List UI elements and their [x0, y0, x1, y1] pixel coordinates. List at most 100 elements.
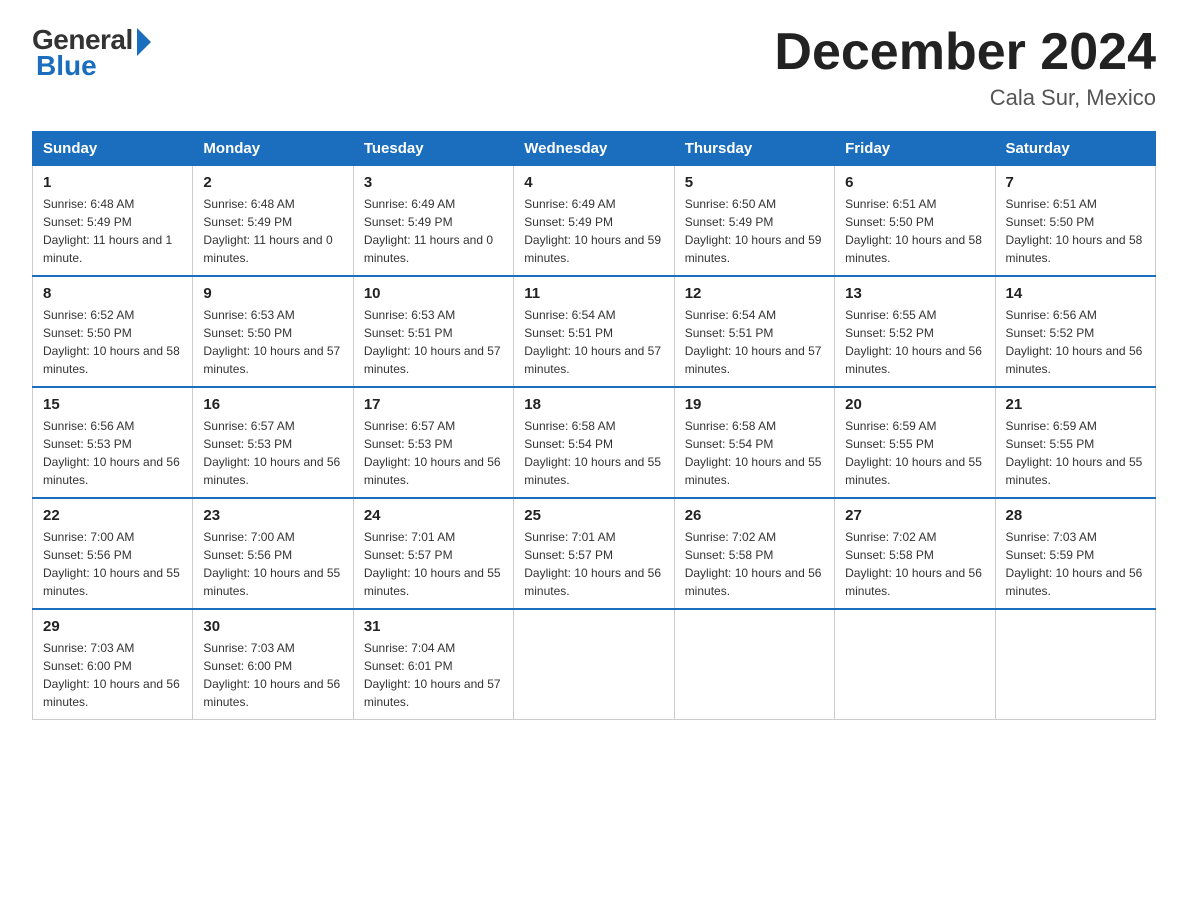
day-number: 24	[364, 507, 503, 524]
day-number: 15	[43, 396, 182, 413]
location-text: Cala Sur, Mexico	[774, 85, 1156, 111]
day-cell: 12 Sunrise: 6:54 AMSunset: 5:51 PMDayligh…	[674, 276, 834, 387]
day-number: 1	[43, 174, 182, 191]
week-row-5: 29 Sunrise: 7:03 AMSunset: 6:00 PMDayligh…	[33, 609, 1156, 720]
day-info: Sunrise: 6:49 AMSunset: 5:49 PMDaylight:…	[524, 195, 663, 267]
day-info: Sunrise: 6:52 AMSunset: 5:50 PMDaylight:…	[43, 306, 182, 378]
day-info: Sunrise: 7:02 AMSunset: 5:58 PMDaylight:…	[685, 528, 824, 600]
week-row-3: 15 Sunrise: 6:56 AMSunset: 5:53 PMDayligh…	[33, 387, 1156, 498]
title-block: December 2024 Cala Sur, Mexico	[774, 24, 1156, 111]
day-cell: 22 Sunrise: 7:00 AMSunset: 5:56 PMDayligh…	[33, 498, 193, 609]
day-number: 18	[524, 396, 663, 413]
day-cell: 10 Sunrise: 6:53 AMSunset: 5:51 PMDayligh…	[353, 276, 513, 387]
day-info: Sunrise: 7:00 AMSunset: 5:56 PMDaylight:…	[203, 528, 342, 600]
calendar-table: SundayMondayTuesdayWednesdayThursdayFrid…	[32, 131, 1156, 720]
day-cell: 30 Sunrise: 7:03 AMSunset: 6:00 PMDayligh…	[193, 609, 353, 720]
day-number: 22	[43, 507, 182, 524]
day-cell: 15 Sunrise: 6:56 AMSunset: 5:53 PMDayligh…	[33, 387, 193, 498]
week-row-1: 1 Sunrise: 6:48 AMSunset: 5:49 PMDaylight…	[33, 166, 1156, 277]
day-number: 7	[1006, 174, 1145, 191]
page-header: General Blue December 2024 Cala Sur, Mex…	[32, 24, 1156, 111]
day-cell: 18 Sunrise: 6:58 AMSunset: 5:54 PMDayligh…	[514, 387, 674, 498]
day-info: Sunrise: 6:48 AMSunset: 5:49 PMDaylight:…	[203, 195, 342, 267]
day-info: Sunrise: 6:53 AMSunset: 5:50 PMDaylight:…	[203, 306, 342, 378]
day-cell	[674, 609, 834, 720]
day-info: Sunrise: 7:01 AMSunset: 5:57 PMDaylight:…	[524, 528, 663, 600]
day-number: 6	[845, 174, 984, 191]
day-cell: 8 Sunrise: 6:52 AMSunset: 5:50 PMDaylight…	[33, 276, 193, 387]
day-info: Sunrise: 6:58 AMSunset: 5:54 PMDaylight:…	[685, 417, 824, 489]
day-info: Sunrise: 6:57 AMSunset: 5:53 PMDaylight:…	[203, 417, 342, 489]
day-info: Sunrise: 7:00 AMSunset: 5:56 PMDaylight:…	[43, 528, 182, 600]
day-number: 25	[524, 507, 663, 524]
day-cell: 29 Sunrise: 7:03 AMSunset: 6:00 PMDayligh…	[33, 609, 193, 720]
day-info: Sunrise: 6:51 AMSunset: 5:50 PMDaylight:…	[845, 195, 984, 267]
day-info: Sunrise: 6:53 AMSunset: 5:51 PMDaylight:…	[364, 306, 503, 378]
day-cell: 21Sunrise: 6:59 AMSunset: 5:55 PMDayligh…	[995, 387, 1155, 498]
day-info: Sunrise: 7:04 AMSunset: 6:01 PMDaylight:…	[364, 639, 503, 711]
day-cell: 3 Sunrise: 6:49 AMSunset: 5:49 PMDaylight…	[353, 166, 513, 277]
logo-blue-text: Blue	[36, 50, 97, 82]
day-number: 19	[685, 396, 824, 413]
day-cell: 6 Sunrise: 6:51 AMSunset: 5:50 PMDaylight…	[835, 166, 995, 277]
day-number: 23	[203, 507, 342, 524]
day-info: Sunrise: 6:54 AMSunset: 5:51 PMDaylight:…	[524, 306, 663, 378]
day-number: 16	[203, 396, 342, 413]
header-cell-sunday: Sunday	[33, 132, 193, 166]
logo-arrow-icon	[137, 28, 151, 56]
day-number: 13	[845, 285, 984, 302]
day-info: Sunrise: 6:55 AMSunset: 5:52 PMDaylight:…	[845, 306, 984, 378]
day-cell: 14Sunrise: 6:56 AMSunset: 5:52 PMDayligh…	[995, 276, 1155, 387]
day-cell: 11 Sunrise: 6:54 AMSunset: 5:51 PMDayligh…	[514, 276, 674, 387]
day-number: 5	[685, 174, 824, 191]
calendar-body: 1 Sunrise: 6:48 AMSunset: 5:49 PMDaylight…	[33, 166, 1156, 720]
day-number: 30	[203, 618, 342, 635]
day-number: 17	[364, 396, 503, 413]
day-cell: 2 Sunrise: 6:48 AMSunset: 5:49 PMDaylight…	[193, 166, 353, 277]
day-cell: 9 Sunrise: 6:53 AMSunset: 5:50 PMDaylight…	[193, 276, 353, 387]
day-cell: 1 Sunrise: 6:48 AMSunset: 5:49 PMDaylight…	[33, 166, 193, 277]
day-cell: 23 Sunrise: 7:00 AMSunset: 5:56 PMDayligh…	[193, 498, 353, 609]
day-number: 29	[43, 618, 182, 635]
day-info: Sunrise: 6:51 AMSunset: 5:50 PMDaylight:…	[1006, 195, 1145, 267]
week-row-2: 8 Sunrise: 6:52 AMSunset: 5:50 PMDaylight…	[33, 276, 1156, 387]
header-cell-wednesday: Wednesday	[514, 132, 674, 166]
day-cell: 28Sunrise: 7:03 AMSunset: 5:59 PMDayligh…	[995, 498, 1155, 609]
day-cell: 26Sunrise: 7:02 AMSunset: 5:58 PMDayligh…	[674, 498, 834, 609]
day-info: Sunrise: 7:03 AMSunset: 6:00 PMDaylight:…	[203, 639, 342, 711]
day-number: 14	[1006, 285, 1145, 302]
day-info: Sunrise: 6:59 AMSunset: 5:55 PMDaylight:…	[1006, 417, 1145, 489]
day-info: Sunrise: 6:56 AMSunset: 5:53 PMDaylight:…	[43, 417, 182, 489]
day-cell	[835, 609, 995, 720]
day-cell: 20Sunrise: 6:59 AMSunset: 5:55 PMDayligh…	[835, 387, 995, 498]
calendar-header: SundayMondayTuesdayWednesdayThursdayFrid…	[33, 132, 1156, 166]
day-number: 8	[43, 285, 182, 302]
day-info: Sunrise: 6:48 AMSunset: 5:49 PMDaylight:…	[43, 195, 182, 267]
day-number: 12	[685, 285, 824, 302]
header-cell-friday: Friday	[835, 132, 995, 166]
day-number: 2	[203, 174, 342, 191]
day-info: Sunrise: 6:54 AMSunset: 5:51 PMDaylight:…	[685, 306, 824, 378]
day-info: Sunrise: 7:03 AMSunset: 6:00 PMDaylight:…	[43, 639, 182, 711]
day-cell: 31 Sunrise: 7:04 AMSunset: 6:01 PMDayligh…	[353, 609, 513, 720]
day-cell: 17 Sunrise: 6:57 AMSunset: 5:53 PMDayligh…	[353, 387, 513, 498]
day-cell	[995, 609, 1155, 720]
day-number: 4	[524, 174, 663, 191]
day-cell: 27Sunrise: 7:02 AMSunset: 5:58 PMDayligh…	[835, 498, 995, 609]
day-cell: 7 Sunrise: 6:51 AMSunset: 5:50 PMDaylight…	[995, 166, 1155, 277]
day-number: 3	[364, 174, 503, 191]
header-row: SundayMondayTuesdayWednesdayThursdayFrid…	[33, 132, 1156, 166]
day-info: Sunrise: 7:03 AMSunset: 5:59 PMDaylight:…	[1006, 528, 1145, 600]
day-number: 10	[364, 285, 503, 302]
day-info: Sunrise: 6:49 AMSunset: 5:49 PMDaylight:…	[364, 195, 503, 267]
day-number: 11	[524, 285, 663, 302]
day-number: 9	[203, 285, 342, 302]
day-cell: 24 Sunrise: 7:01 AMSunset: 5:57 PMDayligh…	[353, 498, 513, 609]
day-info: Sunrise: 6:57 AMSunset: 5:53 PMDaylight:…	[364, 417, 503, 489]
day-cell: 4 Sunrise: 6:49 AMSunset: 5:49 PMDaylight…	[514, 166, 674, 277]
day-info: Sunrise: 7:01 AMSunset: 5:57 PMDaylight:…	[364, 528, 503, 600]
day-info: Sunrise: 6:58 AMSunset: 5:54 PMDaylight:…	[524, 417, 663, 489]
day-cell	[514, 609, 674, 720]
day-number: 27	[845, 507, 984, 524]
day-number: 31	[364, 618, 503, 635]
